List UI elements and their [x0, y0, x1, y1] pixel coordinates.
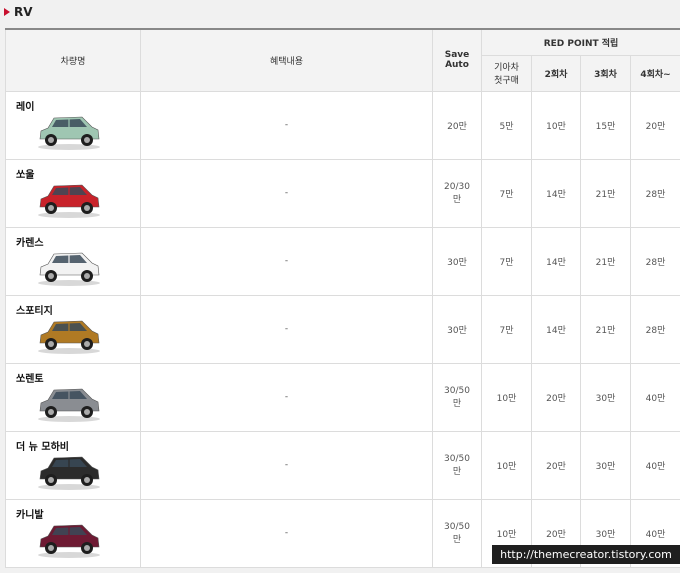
fourth-cell: 40만	[629, 362, 680, 432]
header-second: 2회차	[531, 54, 581, 92]
third-cell: 21만	[580, 158, 631, 228]
save-auto-cell: 30만	[432, 294, 482, 364]
sportage-car-image	[36, 313, 102, 358]
third-cell: 15만	[580, 90, 631, 160]
save-auto-cell: 30/50 만	[432, 498, 482, 568]
fourth-cell: 20만	[629, 90, 680, 160]
third-cell: 21만	[580, 226, 631, 296]
save-auto-cell: 30만	[432, 226, 482, 296]
header-fourth: 4회차~	[629, 54, 680, 92]
car-cell: 쏘울	[5, 158, 141, 228]
header-benefit: 혜택내용	[140, 28, 433, 92]
benefit-cell: -	[140, 430, 433, 500]
car-cell: 레이	[5, 90, 141, 160]
save-auto-cell: 20/30 만	[432, 158, 482, 228]
third-cell: 30만	[580, 362, 631, 432]
first-purchase-cell: 7만	[481, 226, 532, 296]
third-cell: 21만	[580, 294, 631, 364]
car-name: 레이	[16, 101, 35, 113]
rv-benefit-table-container: 차량명 혜택내용 Save Auto RED POINT 적립 기아차 첫구매 …	[5, 28, 680, 568]
mohave-car-image	[36, 449, 102, 494]
first-purchase-cell: 7만	[481, 294, 532, 364]
save-auto-cell: 30/50 만	[432, 362, 482, 432]
first-purchase-cell: 5만	[481, 90, 532, 160]
fourth-cell: 28만	[629, 226, 680, 296]
table-row: 더 뉴 모하비 -30/50 만 10만 20만 30만 40만	[5, 430, 680, 500]
second-cell: 14만	[531, 294, 581, 364]
fourth-cell: 28만	[629, 158, 680, 228]
car-name: 쏘울	[16, 169, 35, 181]
header-save-auto-line1: Save	[444, 50, 470, 61]
first-purchase-cell: 10만	[481, 362, 532, 432]
car-cell: 카렌스	[5, 226, 141, 296]
car-cell: 스포티지	[5, 294, 141, 364]
fourth-cell: 28만	[629, 294, 680, 364]
car-cell: 더 뉴 모하비	[5, 430, 141, 500]
benefit-cell: -	[140, 362, 433, 432]
benefit-cell: -	[140, 294, 433, 364]
benefit-cell: -	[140, 90, 433, 160]
rv-benefit-table: 차량명 혜택내용 Save Auto RED POINT 적립 기아차 첫구매 …	[5, 28, 680, 568]
header-first-line2: 첫구매	[494, 76, 519, 86]
first-purchase-cell: 10만	[481, 430, 532, 500]
carnival-car-image	[36, 517, 102, 562]
header-third: 3회차	[580, 54, 631, 92]
header-save-auto-line2: Auto	[445, 60, 469, 71]
carens-car-image	[36, 245, 102, 290]
sorento-car-image	[36, 381, 102, 426]
fourth-cell: 40만	[629, 430, 680, 500]
second-cell: 14만	[531, 158, 581, 228]
section-header: RV	[4, 4, 33, 20]
triangle-bullet-icon	[4, 8, 10, 16]
soul-car-image	[36, 177, 102, 222]
benefit-cell: -	[140, 158, 433, 228]
table-row: 쏘울 -20/30 만 7만 14만 21만 28만	[5, 158, 680, 228]
save-auto-cell: 30/50 만	[432, 430, 482, 500]
header-first-purchase: 기아차 첫구매	[481, 54, 532, 92]
car-cell: 쏘렌토	[5, 362, 141, 432]
benefit-cell: -	[140, 226, 433, 296]
header-red-point: RED POINT 적립	[480, 28, 680, 56]
header-save-auto: Save Auto	[432, 28, 482, 92]
second-cell: 10만	[531, 90, 581, 160]
car-cell: 카니발	[5, 498, 141, 568]
ray-car-image	[36, 109, 102, 154]
second-cell: 14만	[531, 226, 581, 296]
table-row: 스포티지 -30만 7만 14만 21만 28만	[5, 294, 680, 364]
header-car-name: 차량명	[5, 28, 141, 92]
table-row: 카렌스 -30만 7만 14만 21만 28만	[5, 226, 680, 296]
table-row: 쏘렌토 -30/50 만 10만 20만 30만 40만	[5, 362, 680, 432]
third-cell: 30만	[580, 430, 631, 500]
benefit-cell: -	[140, 498, 433, 568]
table-row: 레이 -20만 5만 10만 15만 20만	[5, 90, 680, 160]
first-purchase-cell: 7만	[481, 158, 532, 228]
section-title: RV	[14, 5, 33, 19]
save-auto-cell: 20만	[432, 90, 482, 160]
second-cell: 20만	[531, 430, 581, 500]
second-cell: 20만	[531, 362, 581, 432]
watermark-url: http://themecreator.tistory.com	[492, 545, 680, 564]
header-first-line1: 기아차	[494, 63, 519, 73]
